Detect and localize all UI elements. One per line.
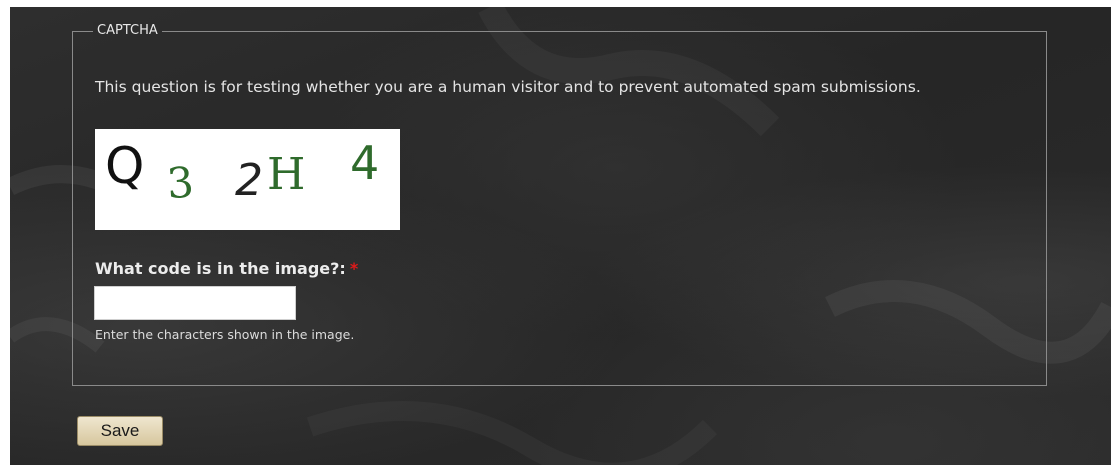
- svg-text:2: 2: [235, 155, 263, 206]
- captcha-image: Q 3 2 H 4: [95, 129, 400, 230]
- save-button[interactable]: Save: [77, 416, 163, 446]
- captcha-image-graphic: Q 3 2 H 4: [105, 136, 379, 208]
- captcha-code-input[interactable]: [94, 286, 296, 320]
- svg-text:H: H: [267, 149, 305, 200]
- captcha-field-label-text: What code is in the image?:: [95, 259, 346, 278]
- captcha-field-label: What code is in the image?: *: [95, 259, 358, 278]
- svg-text:4: 4: [350, 136, 379, 190]
- required-marker: *: [349, 259, 359, 278]
- captcha-help-text: Enter the characters shown in the image.: [95, 327, 355, 342]
- captcha-description: This question is for testing whether you…: [95, 78, 921, 96]
- svg-text:3: 3: [165, 157, 195, 208]
- page-background: CAPTCHA This question is for testing whe…: [10, 7, 1111, 465]
- captcha-legend: CAPTCHA: [93, 22, 162, 40]
- captcha-fieldset: CAPTCHA This question is for testing whe…: [72, 22, 1047, 386]
- svg-text:Q: Q: [105, 137, 144, 195]
